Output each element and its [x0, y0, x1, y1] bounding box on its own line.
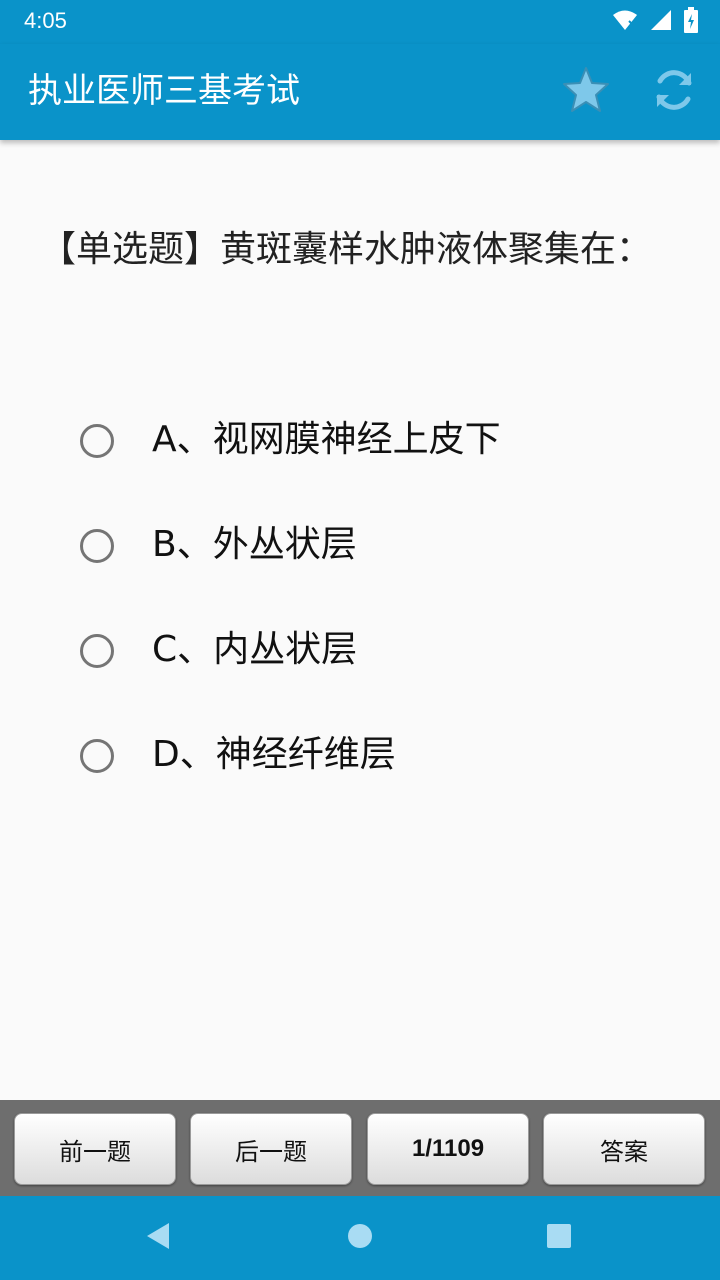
wifi-icon	[612, 9, 638, 35]
status-icons	[612, 7, 698, 37]
recents-icon	[546, 1223, 572, 1253]
option-a[interactable]: A、视网膜神经上皮下	[0, 388, 720, 493]
option-c-label: C、内丛状层	[152, 629, 358, 670]
signal-icon	[650, 9, 672, 35]
status-time: 4:05	[24, 8, 67, 33]
status-bar: 4:05	[0, 0, 720, 44]
answer-button[interactable]: 答案	[543, 1113, 705, 1185]
next-question-button[interactable]: 后一题	[190, 1113, 352, 1185]
option-c[interactable]: C、内丛状层	[0, 598, 720, 703]
app-title: 执业医师三基考试	[28, 71, 300, 111]
favorite-button[interactable]	[560, 66, 612, 118]
radio-c[interactable]	[80, 634, 114, 668]
home-icon	[347, 1223, 373, 1253]
prev-question-button[interactable]: 前一题	[14, 1113, 176, 1185]
star-icon	[561, 66, 611, 118]
option-d-label: D、神经纤维层	[152, 734, 396, 775]
app-bar: 执业医师三基考试	[0, 44, 720, 140]
option-b-label: B、外丛状层	[152, 524, 357, 565]
radio-d[interactable]	[80, 739, 114, 773]
option-d[interactable]: D、神经纤维层	[0, 703, 720, 808]
refresh-button[interactable]	[648, 66, 700, 118]
system-nav-bar	[0, 1196, 720, 1280]
app-actions	[560, 66, 700, 118]
nav-recents-button[interactable]	[537, 1216, 581, 1260]
refresh-icon	[651, 67, 697, 117]
battery-icon	[684, 7, 698, 37]
option-b[interactable]: B、外丛状层	[0, 493, 720, 598]
radio-a[interactable]	[80, 424, 114, 458]
nav-back-button[interactable]	[136, 1216, 180, 1260]
answer-options: A、视网膜神经上皮下 B、外丛状层 C、内丛状层 D、神经纤维层	[0, 388, 720, 808]
question-text: 【单选题】黄斑囊样水肿液体聚集在：	[40, 229, 653, 270]
option-a-label: A、视网膜神经上皮下	[152, 419, 501, 460]
back-icon	[144, 1221, 172, 1255]
radio-b[interactable]	[80, 529, 114, 563]
bottom-toolbar: 前一题 后一题 1/1109 答案	[0, 1100, 720, 1196]
question-counter-button[interactable]: 1/1109	[367, 1113, 529, 1185]
nav-home-button[interactable]	[338, 1216, 382, 1260]
